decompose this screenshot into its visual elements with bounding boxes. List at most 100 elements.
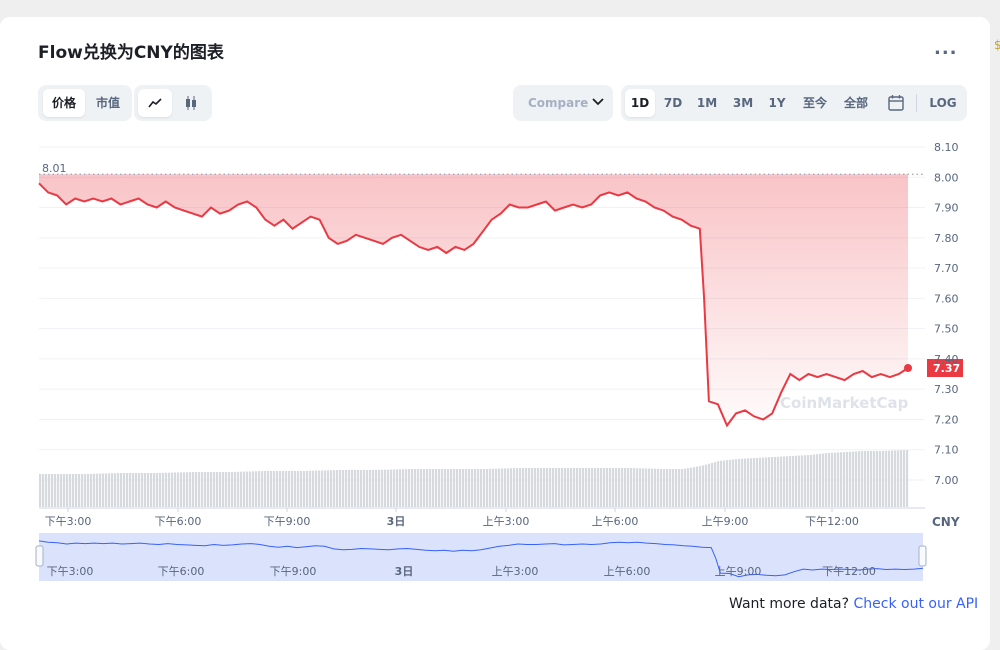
volume-bar bbox=[198, 472, 201, 507]
volume-bar bbox=[264, 471, 267, 507]
volume-bar bbox=[93, 473, 96, 507]
volume-bar bbox=[774, 456, 777, 507]
volume-bar bbox=[201, 472, 204, 507]
volume-bar bbox=[171, 472, 174, 507]
volume-bar bbox=[222, 472, 225, 507]
volume-bar bbox=[807, 455, 810, 507]
volume-bar bbox=[660, 468, 663, 507]
volume-bar bbox=[708, 463, 711, 507]
volume-bar bbox=[462, 469, 465, 507]
y-tick-label: 7.00 bbox=[934, 474, 959, 487]
volume-bar bbox=[693, 467, 696, 507]
volume-bar bbox=[393, 469, 396, 507]
volume-bar bbox=[801, 455, 804, 507]
volume-bar bbox=[444, 469, 447, 507]
volume-bars bbox=[39, 450, 909, 507]
volume-bar bbox=[492, 468, 495, 507]
volume-bar bbox=[231, 471, 234, 507]
x-tick-label: 下午6:00 bbox=[155, 515, 202, 528]
volume-bar bbox=[579, 468, 582, 507]
volume-bar bbox=[414, 469, 417, 507]
volume-bar bbox=[585, 468, 588, 507]
api-link[interactable]: Check out our API bbox=[853, 596, 978, 612]
volume-bar bbox=[189, 472, 192, 507]
volume-bar bbox=[288, 471, 291, 507]
volume-bar bbox=[546, 468, 549, 507]
volume-bar bbox=[117, 473, 120, 507]
volume-bar bbox=[549, 468, 552, 507]
volume-bar bbox=[240, 471, 243, 507]
x-tick-label: 上午3:00 bbox=[483, 515, 530, 528]
volume-bar bbox=[234, 471, 237, 507]
volume-bar bbox=[855, 451, 858, 507]
volume-bar bbox=[498, 468, 501, 507]
volume-bar bbox=[504, 468, 507, 507]
volume-bar bbox=[45, 474, 48, 507]
volume-bar bbox=[309, 470, 312, 507]
volume-bar bbox=[582, 468, 585, 507]
volume-bar bbox=[291, 471, 294, 507]
volume-bar bbox=[576, 468, 579, 507]
volume-bar bbox=[561, 468, 564, 507]
volume-bar bbox=[390, 469, 393, 507]
volume-bar bbox=[306, 470, 309, 507]
navigator-right-handle[interactable] bbox=[918, 545, 927, 567]
volume-bar bbox=[681, 469, 684, 507]
volume-bar bbox=[519, 468, 522, 507]
volume-bar bbox=[357, 470, 360, 507]
volume-bar bbox=[750, 458, 753, 507]
volume-bar bbox=[873, 451, 876, 507]
volume-bar bbox=[366, 470, 369, 507]
volume-bar bbox=[333, 470, 336, 507]
volume-bar bbox=[90, 473, 93, 507]
currency-label: CNY bbox=[932, 515, 960, 529]
volume-bar bbox=[246, 471, 249, 507]
y-tick-label: 7.10 bbox=[934, 444, 959, 457]
y-tick-label: 7.60 bbox=[934, 292, 959, 305]
volume-bar bbox=[786, 456, 789, 507]
volume-bar bbox=[672, 469, 675, 507]
volume-bar bbox=[39, 474, 42, 507]
y-tick-label: 8.10 bbox=[934, 141, 959, 154]
volume-bar bbox=[906, 450, 909, 507]
navigator-tick-label: 下午9:00 bbox=[270, 565, 317, 578]
reference-label: 8.01 bbox=[42, 162, 67, 175]
volume-bar bbox=[87, 473, 90, 507]
volume-bar bbox=[606, 468, 609, 507]
volume-bar bbox=[534, 468, 537, 507]
volume-bar bbox=[732, 459, 735, 507]
volume-bar bbox=[540, 468, 543, 507]
volume-bar bbox=[135, 473, 138, 507]
volume-bar bbox=[342, 470, 345, 507]
volume-bar bbox=[798, 455, 801, 507]
volume-bar bbox=[441, 469, 444, 507]
volume-bar bbox=[900, 450, 903, 507]
volume-bar bbox=[783, 456, 786, 507]
volume-bar bbox=[192, 472, 195, 507]
navigator-tick-label: 上午9:00 bbox=[715, 565, 762, 578]
volume-bar bbox=[69, 474, 72, 507]
volume-bar bbox=[384, 469, 387, 507]
y-tick-label: 7.20 bbox=[934, 413, 959, 426]
volume-bar bbox=[555, 468, 558, 507]
volume-bar bbox=[480, 469, 483, 507]
volume-bar bbox=[588, 468, 591, 507]
volume-bar bbox=[648, 468, 651, 507]
volume-bar bbox=[618, 468, 621, 507]
volume-bar bbox=[903, 450, 906, 507]
volume-bar bbox=[591, 468, 594, 507]
volume-bar bbox=[339, 470, 342, 507]
volume-bar bbox=[396, 469, 399, 507]
navigator-left-handle[interactable] bbox=[35, 545, 44, 567]
volume-bar bbox=[150, 473, 153, 507]
volume-bar bbox=[144, 473, 147, 507]
price-chart[interactable]: 8.01 CoinMarketCap 7.37 8.108.007.907.80… bbox=[0, 0, 1000, 650]
volume-bar bbox=[507, 468, 510, 507]
navigator: 下午3:00 下午6:00 下午9:00 3日 上午3:00 上午6:00 上午9:00 下午… bbox=[35, 533, 927, 581]
volume-bar bbox=[195, 472, 198, 507]
volume-bar bbox=[399, 469, 402, 507]
volume-bar bbox=[324, 470, 327, 507]
volume-bar bbox=[846, 451, 849, 507]
volume-bar bbox=[279, 471, 282, 507]
volume-bar bbox=[552, 468, 555, 507]
